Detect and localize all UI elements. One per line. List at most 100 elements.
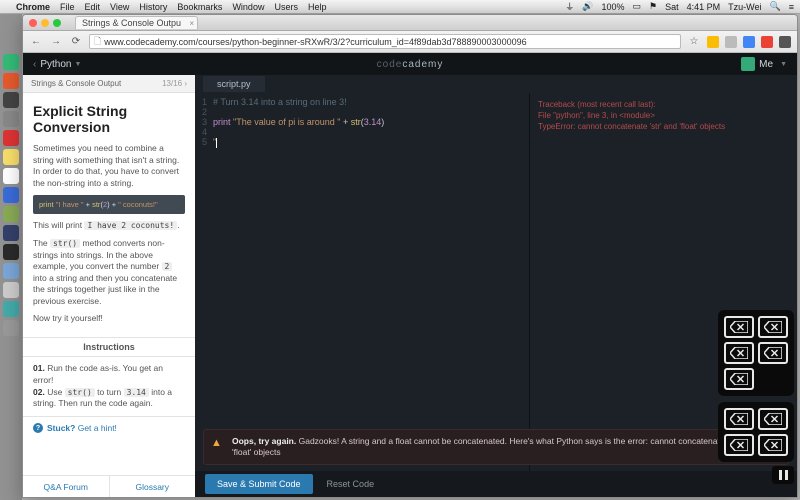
- menu-help[interactable]: Help: [308, 2, 327, 12]
- dock-app-10[interactable]: [3, 225, 19, 241]
- backspace-key[interactable]: [758, 408, 788, 430]
- console-line: TypeError: cannot concatenate 'str' and …: [538, 121, 789, 132]
- dock-app-13[interactable]: [3, 282, 19, 298]
- hint-toggle[interactable]: ? Stuck? Get a hint!: [23, 416, 195, 439]
- user-label: Me: [759, 59, 773, 70]
- pause-button[interactable]: [772, 466, 794, 484]
- backspace-key[interactable]: [724, 434, 754, 456]
- lesson-p2: This will print I have 2 coconuts!.: [33, 220, 185, 232]
- dock-app-11[interactable]: [3, 244, 19, 260]
- menu-app-name[interactable]: Chrome: [16, 2, 50, 12]
- mac-dock: [0, 14, 22, 500]
- backspace-key[interactable]: [724, 342, 754, 364]
- backspace-key[interactable]: [724, 368, 754, 390]
- backspace-key[interactable]: [758, 434, 788, 456]
- dock-app-15[interactable]: [3, 320, 19, 336]
- back-chevron-icon[interactable]: ‹: [33, 59, 36, 70]
- tab-title: Strings & Console Outpu: [82, 18, 181, 28]
- dock-app-4[interactable]: [3, 111, 19, 127]
- dock-app-2[interactable]: [3, 73, 19, 89]
- user-chevron-icon: ▼: [780, 61, 787, 68]
- user-name: Tzu-Wei: [728, 2, 761, 12]
- backspace-key[interactable]: [724, 316, 754, 338]
- reload-button[interactable]: ⟳: [69, 35, 83, 49]
- warning-icon: ▲: [211, 436, 222, 450]
- dock-app-3[interactable]: [3, 92, 19, 108]
- menu-extra-icon[interactable]: ≡: [789, 2, 794, 12]
- backspace-key[interactable]: [758, 316, 788, 338]
- dock-app-14[interactable]: [3, 301, 19, 317]
- bookmark-icon[interactable]: ☆: [687, 35, 701, 49]
- zoom-icon[interactable]: [53, 19, 61, 27]
- keypad-group-2: [718, 402, 794, 462]
- dock-app-8[interactable]: [3, 187, 19, 203]
- url-text: www.codecademy.com/courses/python-beginn…: [104, 37, 526, 47]
- action-bar: Save & Submit Code Reset Code: [195, 471, 797, 497]
- ext-icon-1[interactable]: [707, 36, 719, 48]
- battery-icon[interactable]: ▭: [633, 1, 642, 12]
- dock-app-7[interactable]: [3, 168, 19, 184]
- menu-users[interactable]: Users: [274, 2, 298, 12]
- mac-menu-bar: Chrome File Edit View History Bookmarks …: [0, 0, 800, 14]
- instructions-tab[interactable]: Instructions: [23, 337, 195, 357]
- breadcrumb[interactable]: Strings & Console Output 13/16 ›: [23, 75, 195, 93]
- volume-icon[interactable]: 🔊: [582, 1, 593, 12]
- ext-icon-4[interactable]: [761, 36, 773, 48]
- dock-app-5[interactable]: [3, 130, 19, 146]
- instruction-steps: 01. Run the code as-is. You get an error…: [23, 357, 195, 417]
- reset-code-button[interactable]: Reset Code: [327, 479, 375, 489]
- course-name[interactable]: Python: [40, 59, 71, 70]
- dock-app-9[interactable]: [3, 206, 19, 222]
- step-2: 02. Use str() to turn 3.14 into a string…: [33, 387, 185, 411]
- save-submit-button[interactable]: Save & Submit Code: [205, 474, 313, 494]
- wifi-icon[interactable]: ⏚: [565, 0, 574, 13]
- dock-app-12[interactable]: [3, 263, 19, 279]
- chrome-window: Strings & Console Outpu × ← → ⟳ 🗋 www.co…: [22, 14, 798, 498]
- codecademy-logo[interactable]: codecademy: [377, 59, 444, 70]
- console-line: File "python", line 3, in <module>: [538, 110, 789, 121]
- ext-icon-3[interactable]: [743, 36, 755, 48]
- close-icon[interactable]: [29, 19, 37, 27]
- dropdown-chevron-icon[interactable]: ▼: [74, 61, 81, 68]
- clock-time: 4:41 PM: [687, 2, 721, 12]
- clock-day: Sat: [665, 2, 679, 12]
- lesson-title: Explicit String Conversion: [33, 103, 185, 135]
- file-tab[interactable]: script.py: [203, 76, 265, 92]
- qa-forum-link[interactable]: Q&A Forum: [23, 476, 110, 497]
- progress-counter: 13/16 ›: [162, 79, 187, 88]
- forward-button[interactable]: →: [49, 35, 63, 49]
- backspace-key[interactable]: [724, 408, 754, 430]
- dock-app-1[interactable]: [3, 54, 19, 70]
- ext-icon-2[interactable]: [725, 36, 737, 48]
- back-button[interactable]: ←: [29, 35, 43, 49]
- console-line: Traceback (most recent call last):: [538, 99, 789, 110]
- menu-edit[interactable]: Edit: [85, 2, 101, 12]
- tab-close-icon[interactable]: ×: [189, 19, 194, 28]
- code-area: script.py 1# Turn 3.14 into a string on …: [195, 75, 797, 497]
- window-titlebar[interactable]: Strings & Console Outpu ×: [23, 15, 797, 31]
- menu-history[interactable]: History: [139, 2, 167, 12]
- user-menu[interactable]: Me ▼: [741, 57, 787, 71]
- avatar: [741, 57, 755, 71]
- dock-app-6[interactable]: [3, 149, 19, 165]
- menu-view[interactable]: View: [110, 2, 129, 12]
- page-icon: 🗋: [94, 34, 101, 49]
- backspace-key[interactable]: [758, 342, 788, 364]
- menu-window[interactable]: Window: [232, 2, 264, 12]
- chrome-menu-icon[interactable]: [779, 36, 791, 48]
- address-bar[interactable]: 🗋 www.codecademy.com/courses/python-begi…: [89, 34, 681, 49]
- traffic-lights: [29, 19, 61, 27]
- minimize-icon[interactable]: [41, 19, 49, 27]
- menu-bookmarks[interactable]: Bookmarks: [177, 2, 222, 12]
- keypad-group-1: [718, 310, 794, 396]
- menu-file[interactable]: File: [60, 2, 75, 12]
- breadcrumb-text: Strings & Console Output: [31, 79, 121, 88]
- flag-icon[interactable]: ⚑: [649, 1, 657, 12]
- browser-tab[interactable]: Strings & Console Outpu ×: [75, 16, 198, 29]
- app-header: ‹ Python ▼ codecademy Me ▼: [23, 53, 797, 75]
- spotlight-icon[interactable]: 🔍: [770, 1, 781, 12]
- codecademy-app: ‹ Python ▼ codecademy Me ▼ Strings & Con…: [23, 53, 797, 497]
- floating-keypad: [718, 310, 794, 484]
- glossary-link[interactable]: Glossary: [110, 476, 196, 497]
- lesson-p1: Sometimes you need to combine a string w…: [33, 143, 185, 189]
